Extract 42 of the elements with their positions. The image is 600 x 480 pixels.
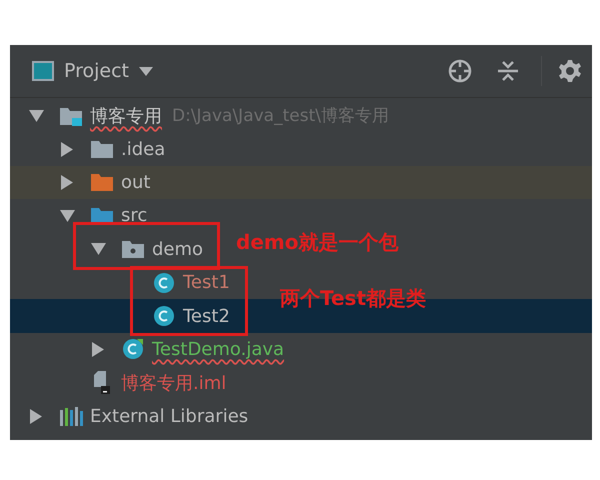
collapse-arrow-icon[interactable]	[61, 174, 73, 190]
tree-item[interactable]: out	[10, 166, 150, 200]
collapse-arrow-icon[interactable]	[30, 408, 42, 424]
collapse-arrow-icon[interactable]	[92, 342, 104, 357]
folder-icon	[90, 139, 114, 160]
annotation-text: demo就是一个包	[236, 229, 398, 256]
folder-icon	[90, 172, 114, 192]
panel-title[interactable]: Project	[64, 60, 130, 82]
file-icon	[92, 370, 112, 395]
caret-icon[interactable]	[139, 66, 154, 76]
collapse-icon[interactable]	[497, 59, 519, 83]
item-label: External Libraries	[90, 406, 248, 427]
settings-icon[interactable]	[558, 59, 582, 83]
annotation-text: 两个Test都是类	[280, 285, 426, 312]
item-label: demo	[152, 238, 204, 260]
folder-icon	[59, 106, 83, 126]
tree-item[interactable]: Test2	[10, 299, 230, 333]
tree-item[interactable]: demo	[10, 232, 204, 266]
library-icon	[59, 406, 83, 426]
collapse-arrow-icon[interactable]	[61, 142, 73, 157]
item-label: Test1	[183, 272, 230, 294]
item-label: .idea	[121, 138, 166, 160]
package-icon	[121, 239, 145, 260]
class-icon	[122, 338, 144, 360]
window-icon	[32, 61, 54, 81]
item-label: TestDemo.java	[152, 338, 284, 360]
tree-item[interactable]: External Libraries	[10, 400, 248, 433]
item-label: out	[121, 172, 150, 193]
item-label: 博客专用.iml	[121, 372, 226, 395]
item-label: Test2	[183, 306, 230, 327]
item-label: src	[121, 205, 148, 226]
expand-arrow-icon[interactable]	[28, 110, 44, 122]
expand-arrow-icon[interactable]	[90, 243, 106, 256]
crosshair-icon[interactable]	[447, 58, 473, 84]
class-icon	[153, 305, 175, 328]
tree-item[interactable]: .idea	[10, 132, 166, 166]
item-label: 博客专用	[90, 104, 162, 128]
tree-item[interactable]: src	[10, 199, 148, 233]
tree-item[interactable]: Test1	[10, 266, 230, 300]
tree-item[interactable]: TestDemo.java	[10, 332, 284, 366]
class-icon	[153, 272, 175, 294]
expand-arrow-icon[interactable]	[60, 210, 74, 222]
